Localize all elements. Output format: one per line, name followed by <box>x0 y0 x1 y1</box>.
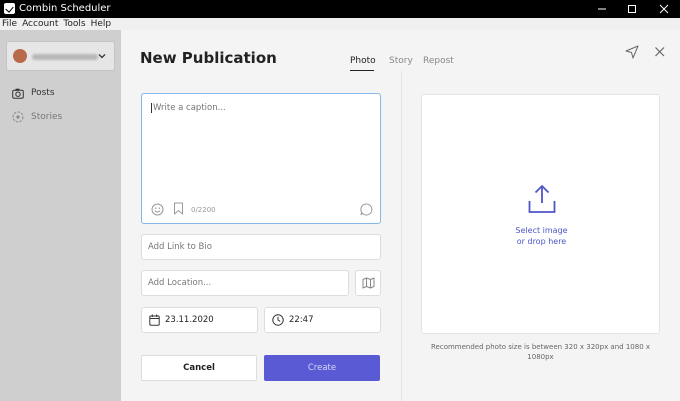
map-icon <box>362 277 374 289</box>
minimize-button[interactable] <box>588 0 616 18</box>
map-button[interactable] <box>355 270 381 296</box>
text-cursor <box>151 103 152 113</box>
bookmark-icon[interactable] <box>173 202 184 215</box>
close-icon <box>659 4 669 14</box>
caption-input[interactable] <box>151 102 351 114</box>
tab-repost[interactable]: Repost <box>423 56 454 66</box>
calendar-icon <box>149 314 160 326</box>
minimize-icon <box>598 8 606 10</box>
tab-photo[interactable]: Photo <box>350 56 376 66</box>
location-placeholder: Add Location... <box>148 278 212 288</box>
character-counter: 0/2200 <box>191 206 216 214</box>
stories-icon <box>12 111 24 123</box>
link-to-bio-placeholder: Add Link to Bio <box>148 242 212 252</box>
menu-tools[interactable]: Tools <box>61 18 88 30</box>
column-divider <box>401 71 402 401</box>
send-icon <box>625 45 639 59</box>
account-selector[interactable] <box>6 41 115 71</box>
menu-bar: File Account Tools Help <box>0 18 680 30</box>
clock-icon <box>272 314 284 326</box>
time-picker[interactable]: 22:47 <box>264 307 381 333</box>
maximize-button[interactable] <box>618 0 646 18</box>
close-icon <box>655 47 665 57</box>
account-name-blurred <box>32 54 98 60</box>
sidebar-item-stories[interactable]: Stories <box>12 109 62 125</box>
sidebar-item-posts[interactable]: Posts <box>12 85 55 101</box>
active-tab-indicator <box>350 70 374 71</box>
app-logo-icon <box>4 3 15 14</box>
drop-here-label: or drop here <box>516 237 567 246</box>
emoji-icon[interactable] <box>151 203 164 216</box>
upload-icon <box>528 185 556 213</box>
title-bar: Combin Scheduler <box>0 0 680 18</box>
photo-size-hint: Recommended photo size is between 320 x … <box>431 343 651 361</box>
select-image-label[interactable]: Select image <box>422 225 661 236</box>
date-picker[interactable]: 23.11.2020 <box>141 307 258 333</box>
chat-bubble-icon[interactable] <box>360 203 373 216</box>
close-window-button[interactable] <box>650 0 678 18</box>
menu-help[interactable]: Help <box>89 18 115 30</box>
cancel-button[interactable]: Cancel <box>141 355 257 381</box>
date-value: 23.11.2020 <box>165 315 214 325</box>
caption-box[interactable]: 0/2200 <box>141 93 381 224</box>
chevron-down-icon <box>98 54 106 59</box>
link-to-bio-field[interactable]: Add Link to Bio <box>141 234 381 260</box>
new-publication-panel: New Publication Photo Story Repost 0/220… <box>121 30 680 401</box>
menu-account[interactable]: Account <box>20 18 61 30</box>
image-drop-zone[interactable]: Select image or drop here <box>421 94 660 334</box>
menu-file[interactable]: File <box>0 18 20 30</box>
window-title: Combin Scheduler <box>19 3 111 14</box>
close-panel-button[interactable] <box>652 44 668 60</box>
create-button[interactable]: Create <box>264 355 380 381</box>
page-title: New Publication <box>140 49 277 67</box>
sidebar-item-label: Stories <box>31 112 63 122</box>
sidebar-item-label: Posts <box>31 88 55 98</box>
maximize-icon <box>628 5 636 13</box>
avatar <box>13 49 27 63</box>
location-field[interactable]: Add Location... <box>141 270 349 296</box>
time-value: 22:47 <box>289 315 314 325</box>
camera-icon <box>12 88 24 99</box>
sidebar: Posts Stories <box>0 30 121 401</box>
tab-story[interactable]: Story <box>389 56 413 66</box>
send-button[interactable] <box>624 44 640 60</box>
